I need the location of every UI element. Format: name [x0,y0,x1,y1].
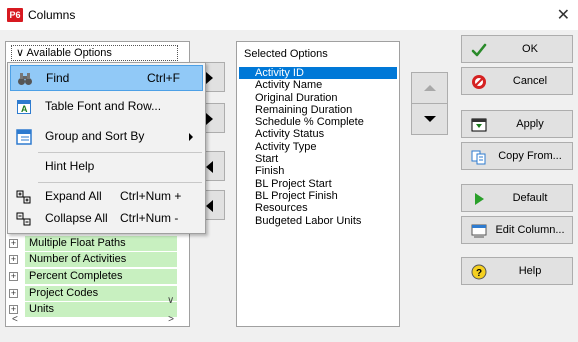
list-item[interactable]: Schedule % Complete [239,116,397,128]
tree-item[interactable]: + Number of Activities [9,252,177,269]
menu-item-hint-help[interactable]: Hint Help [10,154,203,180]
menu-label: Hint Help [45,159,95,173]
ok-button[interactable]: OK [461,35,573,63]
list-item[interactable]: Resources [239,202,397,214]
menu-label: Collapse All [45,211,108,225]
menu-label: Table Font and Row... [45,99,162,113]
list-item[interactable]: BL Project Start [239,178,397,190]
tree-item-label: Project Codes [25,285,177,301]
apply-button[interactable]: Apply [461,110,573,138]
apply-icon [471,118,487,132]
list-item[interactable]: Original Duration [239,92,397,104]
submenu-arrow-icon [189,133,193,141]
checkmark-icon [471,43,487,57]
group-sort-icon [16,129,32,145]
arrow-down-icon [424,116,436,122]
apply-label: Apply [516,118,544,130]
svg-text:?: ? [476,268,482,279]
menu-label: Find [46,71,70,85]
available-tree-list: + Multiple Float Paths + Number of Activ… [9,235,177,318]
tree-item-label: Percent Completes [25,268,177,284]
expand-icon[interactable]: + [9,288,18,298]
scroll-down-icon[interactable]: ∨ [167,295,174,306]
close-icon[interactable]: ✕ [557,5,570,25]
arrow-up-icon [424,85,436,91]
tree-item[interactable]: + Percent Completes [9,268,177,285]
scroll-left-icon[interactable]: < [12,314,18,325]
menu-item-collapse-all[interactable]: Collapse All Ctrl+Num - [10,206,203,232]
copy-from-label: Copy From... [498,150,562,162]
selected-options-header: Selected Options [244,48,328,60]
list-item[interactable]: Activity Status [239,128,397,140]
menu-item-find[interactable]: Find Ctrl+F [10,65,203,91]
help-icon: ? [471,264,487,280]
tree-item[interactable]: + Project Codes [9,285,177,302]
selected-options-list: Activity ID Activity Name Original Durat… [239,67,397,227]
list-item[interactable]: BL Project Finish [239,190,397,202]
list-item[interactable]: Finish [239,165,397,177]
expand-icon[interactable]: + [9,255,18,265]
table-font-icon: A [17,100,31,114]
binoculars-icon [18,73,32,85]
arrow-left-icon [206,161,213,173]
edit-column-icon [471,224,487,238]
menu-shortcut: Ctrl+Num + [120,189,182,203]
arrow-right-icon [206,72,213,84]
p6-app-icon: P6 [7,8,23,22]
list-item[interactable]: Activity ID [239,67,397,80]
cancel-button[interactable]: Cancel [461,67,573,95]
selected-options-panel[interactable]: Selected Options Activity ID Activity Na… [236,41,400,327]
menu-label: Group and Sort By [45,129,145,143]
menu-shortcut: Ctrl+F [147,71,180,85]
move-up-button[interactable] [411,72,448,104]
expand-all-icon [16,190,31,204]
window-title: Columns [28,8,76,22]
edit-column-label: Edit Column... [495,224,565,236]
svg-text:A: A [21,104,28,114]
help-button[interactable]: ? Help [461,257,573,285]
menu-shortcut: Ctrl+Num - [120,211,179,225]
ok-label: OK [522,43,538,55]
menu-label: Expand All [45,189,102,203]
list-item[interactable]: Budgeted Labor Units [239,215,397,227]
move-down-button[interactable] [411,103,448,135]
list-item[interactable]: Activity Name [239,79,397,91]
tree-item-label: Multiple Float Paths [25,235,177,251]
cancel-icon [472,75,486,89]
available-options-header[interactable]: ∨ Available Options [11,45,178,61]
help-label: Help [518,265,542,277]
copy-icon [471,150,486,165]
tree-item[interactable]: + Multiple Float Paths [9,235,177,252]
horizontal-scrollbar[interactable]: < > [8,312,178,326]
scroll-right-icon[interactable]: > [168,314,174,325]
tree-item-label: Number of Activities [25,252,177,268]
cancel-label: Cancel [512,75,548,87]
arrow-left-icon [206,200,213,212]
menu-separator [38,182,202,183]
title-bar: P6 Columns ✕ [0,0,578,30]
edit-column-button[interactable]: Edit Column... [461,216,573,244]
collapse-all-icon [16,212,31,226]
play-icon [475,193,484,205]
default-label: Default [512,192,548,204]
columns-dialog: P6 Columns ✕ ∨ Available Options + Multi… [0,0,578,342]
list-item[interactable]: Start [239,153,397,165]
expand-icon[interactable]: + [9,271,18,281]
chevron-down-icon: ∨ [16,47,25,59]
copy-from-button[interactable]: Copy From... [461,142,573,170]
available-options-label: Available Options [26,47,112,59]
list-item[interactable]: Activity Type [239,141,397,153]
menu-item-table-font[interactable]: A Table Font and Row... [10,94,203,120]
expand-icon[interactable]: + [9,238,18,248]
context-menu: Find Ctrl+F A Table Font and Row... Grou… [7,62,206,234]
list-item[interactable]: Remaining Duration [239,104,397,116]
default-button[interactable]: Default [461,184,573,212]
arrow-right-icon [206,113,213,125]
menu-separator [38,152,202,153]
menu-item-group-sort[interactable]: Group and Sort By [10,124,203,150]
